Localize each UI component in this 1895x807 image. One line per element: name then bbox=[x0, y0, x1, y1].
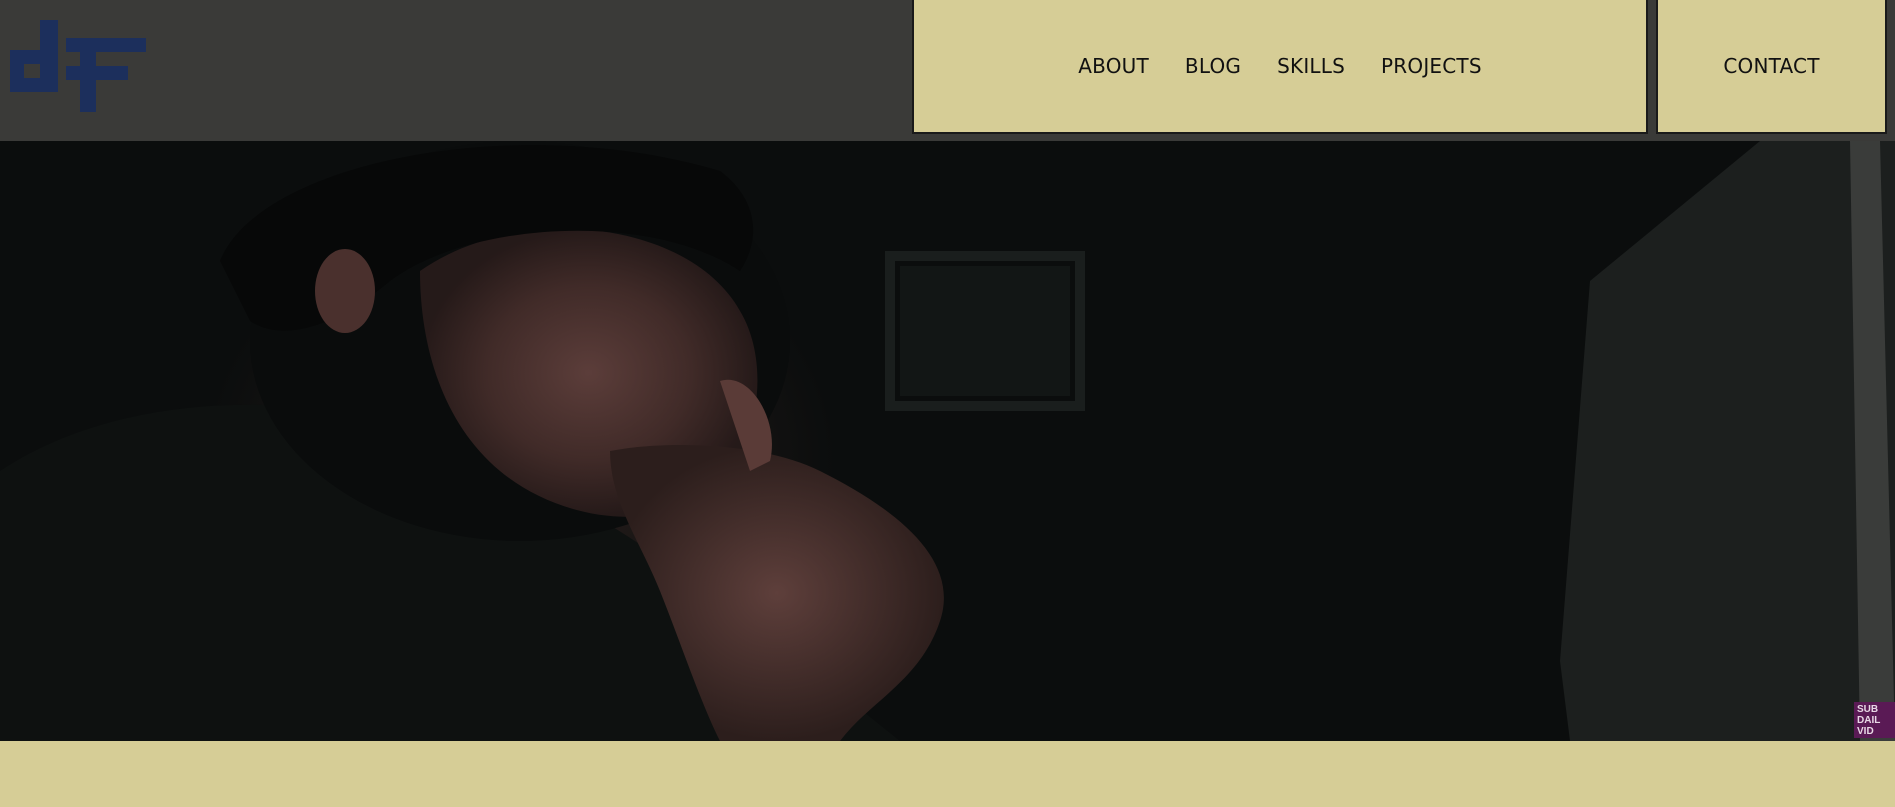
nav-blog-link[interactable]: BLOG bbox=[1185, 54, 1241, 78]
logo[interactable] bbox=[10, 20, 150, 116]
hero-video[interactable] bbox=[0, 141, 1895, 741]
nav-skills-link[interactable]: SKILLS bbox=[1277, 54, 1345, 78]
subscribe-badge[interactable]: SUB DAIL VID bbox=[1854, 702, 1895, 738]
nav-about-link[interactable]: ABOUT bbox=[1078, 54, 1149, 78]
main-nav: ABOUT BLOG SKILLS PROJECTS bbox=[912, 0, 1648, 134]
contact-nav: CONTACT bbox=[1656, 0, 1887, 134]
site-header: ABOUT BLOG SKILLS PROJECTS CONTACT bbox=[0, 0, 1895, 141]
nav-contact-link[interactable]: CONTACT bbox=[1723, 54, 1819, 78]
badge-line-1: SUB bbox=[1857, 704, 1879, 715]
content-section-top bbox=[0, 741, 1895, 807]
badge-line-2: DAIL bbox=[1857, 715, 1881, 726]
page: ABOUT BLOG SKILLS PROJECTS CONTACT SUB D… bbox=[0, 0, 1895, 807]
badge-line-3: VID bbox=[1857, 726, 1874, 737]
df-logo-icon bbox=[10, 20, 146, 112]
hero-video-frame bbox=[0, 141, 1895, 741]
nav-projects-link[interactable]: PROJECTS bbox=[1381, 54, 1482, 78]
